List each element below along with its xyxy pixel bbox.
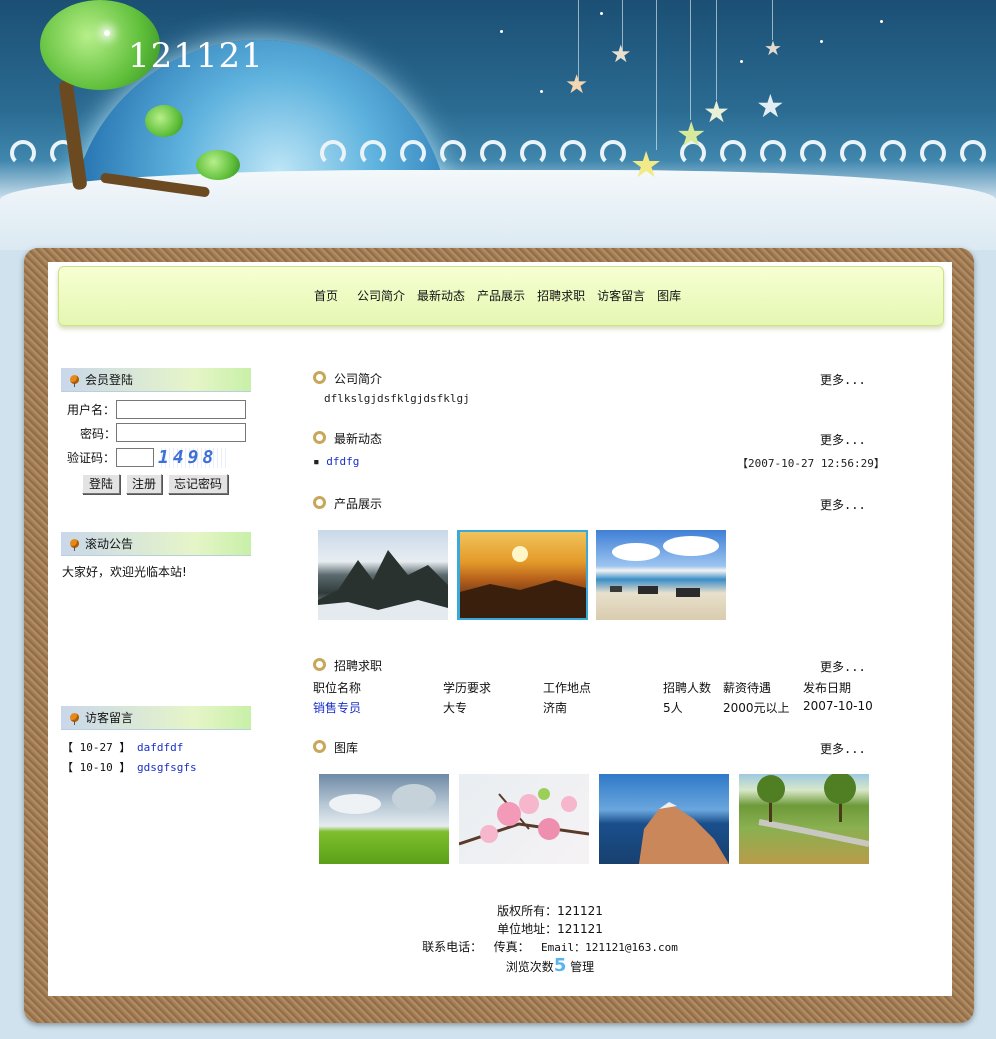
guestbook-entry-link[interactable]: dafdfdf xyxy=(137,741,183,754)
notice-heading-label: 滚动公告 xyxy=(85,537,134,551)
password-field[interactable] xyxy=(116,423,246,442)
guestbook-panel-heading: 访客留言 xyxy=(61,706,251,730)
jobs-col-header: 发布日期 xyxy=(803,681,852,695)
news-item-link[interactable]: dfdfg xyxy=(326,455,359,468)
captcha-label: 验证码： xyxy=(67,451,116,465)
job-location: 济南 xyxy=(543,701,568,715)
nav-guestbook[interactable]: 访客留言 xyxy=(597,287,645,303)
footer-email: Email：121121@163.com xyxy=(541,941,678,954)
jobs-col-header: 工作地点 xyxy=(543,681,592,695)
tree-canopy-small-icon xyxy=(196,150,240,180)
username-label: 用户名： xyxy=(67,403,116,417)
register-button[interactable]: 注册 xyxy=(126,474,162,494)
gallery-thumb-park[interactable] xyxy=(739,774,869,864)
tree-canopy-small-icon xyxy=(145,105,183,137)
gallery-thumb-blossom[interactable] xyxy=(459,774,589,864)
product-thumb-sunrise[interactable] xyxy=(457,530,588,620)
footer-admin-link[interactable]: 管理 xyxy=(570,960,594,974)
star-icon: ★ xyxy=(565,70,589,100)
ring-bullet-icon xyxy=(313,658,326,671)
ring-bullet-icon xyxy=(313,371,326,384)
star-icon: ★ xyxy=(703,95,730,130)
star-icon: ★ xyxy=(756,87,785,125)
footer-visits-label: 浏览次数 xyxy=(505,960,554,974)
captcha-image[interactable]: 1498 xyxy=(158,448,228,468)
footer-copyright: 版权所有：121121 xyxy=(497,904,603,918)
job-education: 大专 xyxy=(443,701,468,715)
intro-more-link[interactable]: 更多... xyxy=(820,371,866,388)
jobs-title: 招聘求职 xyxy=(334,659,383,673)
captcha-field[interactable] xyxy=(116,448,154,467)
guestbook-entry-date: 【 10-27 】 xyxy=(62,741,131,754)
footer-address: 单位地址：121121 xyxy=(497,922,603,936)
nav-home[interactable]: 首页 xyxy=(314,287,338,303)
username-field[interactable] xyxy=(116,400,246,419)
password-label: 密码： xyxy=(80,427,117,441)
star-icon: ★ xyxy=(764,36,782,60)
nav-jobs[interactable]: 招聘求职 xyxy=(537,287,585,303)
ring-bullet-icon xyxy=(313,740,326,753)
product-thumb-mountains[interactable] xyxy=(318,530,448,620)
notice-panel-heading: 滚动公告 xyxy=(61,532,251,556)
header-banner: ★ ★ ★ ★ ★ ★ ★ 121121 xyxy=(0,0,996,250)
pin-icon xyxy=(70,539,79,551)
news-item-timestamp: 【2007-10-27 12:56:29】 xyxy=(737,457,885,470)
guestbook-entry: 【 10-10 】 gdsgfsgfs xyxy=(62,759,197,775)
jobs-col-header: 职位名称 xyxy=(313,681,362,695)
guestbook-entry: 【 10-27 】 dafdfdf xyxy=(62,739,183,755)
login-panel-heading: 会员登陆 xyxy=(61,368,251,392)
job-title-link[interactable]: 销售专员 xyxy=(313,699,361,716)
guestbook-entry-link[interactable]: gdsgfsgfs xyxy=(137,761,197,774)
gallery-thumb-field[interactable] xyxy=(319,774,449,864)
login-heading-label: 会员登陆 xyxy=(85,373,134,387)
ring-bullet-icon xyxy=(313,496,326,509)
star-icon: ★ xyxy=(610,40,632,68)
news-title: 最新动态 xyxy=(334,432,383,446)
products-more-link[interactable]: 更多... xyxy=(820,496,866,513)
footer-phone-label: 联系电话： xyxy=(422,940,483,954)
gallery-thumb-coast[interactable] xyxy=(599,774,729,864)
footer-visits-count: 5 xyxy=(553,955,567,976)
job-headcount: 5人 xyxy=(663,701,683,715)
footer-visits: 浏览次数5 管理 xyxy=(300,957,800,976)
nav-latest-news[interactable]: 最新动态 xyxy=(417,287,465,303)
page-footer: 版权所有：121121 单位地址：121121 联系电话： 传真： Email：… xyxy=(300,902,800,976)
jobs-more-link[interactable]: 更多... xyxy=(820,658,866,675)
news-item: ▪ dfdfg xyxy=(313,455,359,468)
jobs-col-header: 招聘人数 xyxy=(663,681,712,695)
job-salary: 2000元以上 xyxy=(723,701,790,715)
pin-icon xyxy=(70,713,79,725)
ring-bullet-icon xyxy=(313,431,326,444)
intro-text: dflkslgjdsfklgjdsfklgj xyxy=(324,392,470,405)
gallery-more-link[interactable]: 更多... xyxy=(820,740,866,757)
news-more-link[interactable]: 更多... xyxy=(820,431,866,448)
products-title: 产品展示 xyxy=(334,497,383,511)
star-icon: ★ xyxy=(676,115,707,155)
site-title: 121121 xyxy=(128,36,264,76)
product-thumb-beach[interactable] xyxy=(596,530,726,620)
footer-contact: 联系电话： 传真： Email：121121@163.com xyxy=(300,938,800,957)
jobs-col-header: 薪资待遇 xyxy=(723,681,772,695)
intro-title: 公司简介 xyxy=(334,372,383,386)
pin-icon xyxy=(70,375,79,387)
footer-fax-label: 传真： xyxy=(493,940,530,954)
job-date: 2007-10-10 xyxy=(803,699,873,713)
nav-gallery[interactable]: 图库 xyxy=(657,287,681,303)
guestbook-heading-label: 访客留言 xyxy=(85,711,134,725)
gallery-title: 图库 xyxy=(334,741,359,755)
jobs-col-header: 学历要求 xyxy=(443,681,492,695)
star-icon: ★ xyxy=(630,145,663,186)
tree-trunk xyxy=(58,79,88,191)
main-nav: 首页 公司简介 最新动态 产品展示 招聘求职 访客留言 图库 xyxy=(314,287,693,303)
notice-text: 大家好，欢迎光临本站! xyxy=(62,565,187,579)
nav-company-intro[interactable]: 公司简介 xyxy=(357,287,405,303)
forgot-password-button[interactable]: 忘记密码 xyxy=(168,474,228,494)
nav-products[interactable]: 产品展示 xyxy=(477,287,525,303)
bullet-icon: ▪ xyxy=(313,455,320,468)
guestbook-entry-date: 【 10-10 】 xyxy=(62,761,131,774)
login-button[interactable]: 登陆 xyxy=(82,474,120,494)
